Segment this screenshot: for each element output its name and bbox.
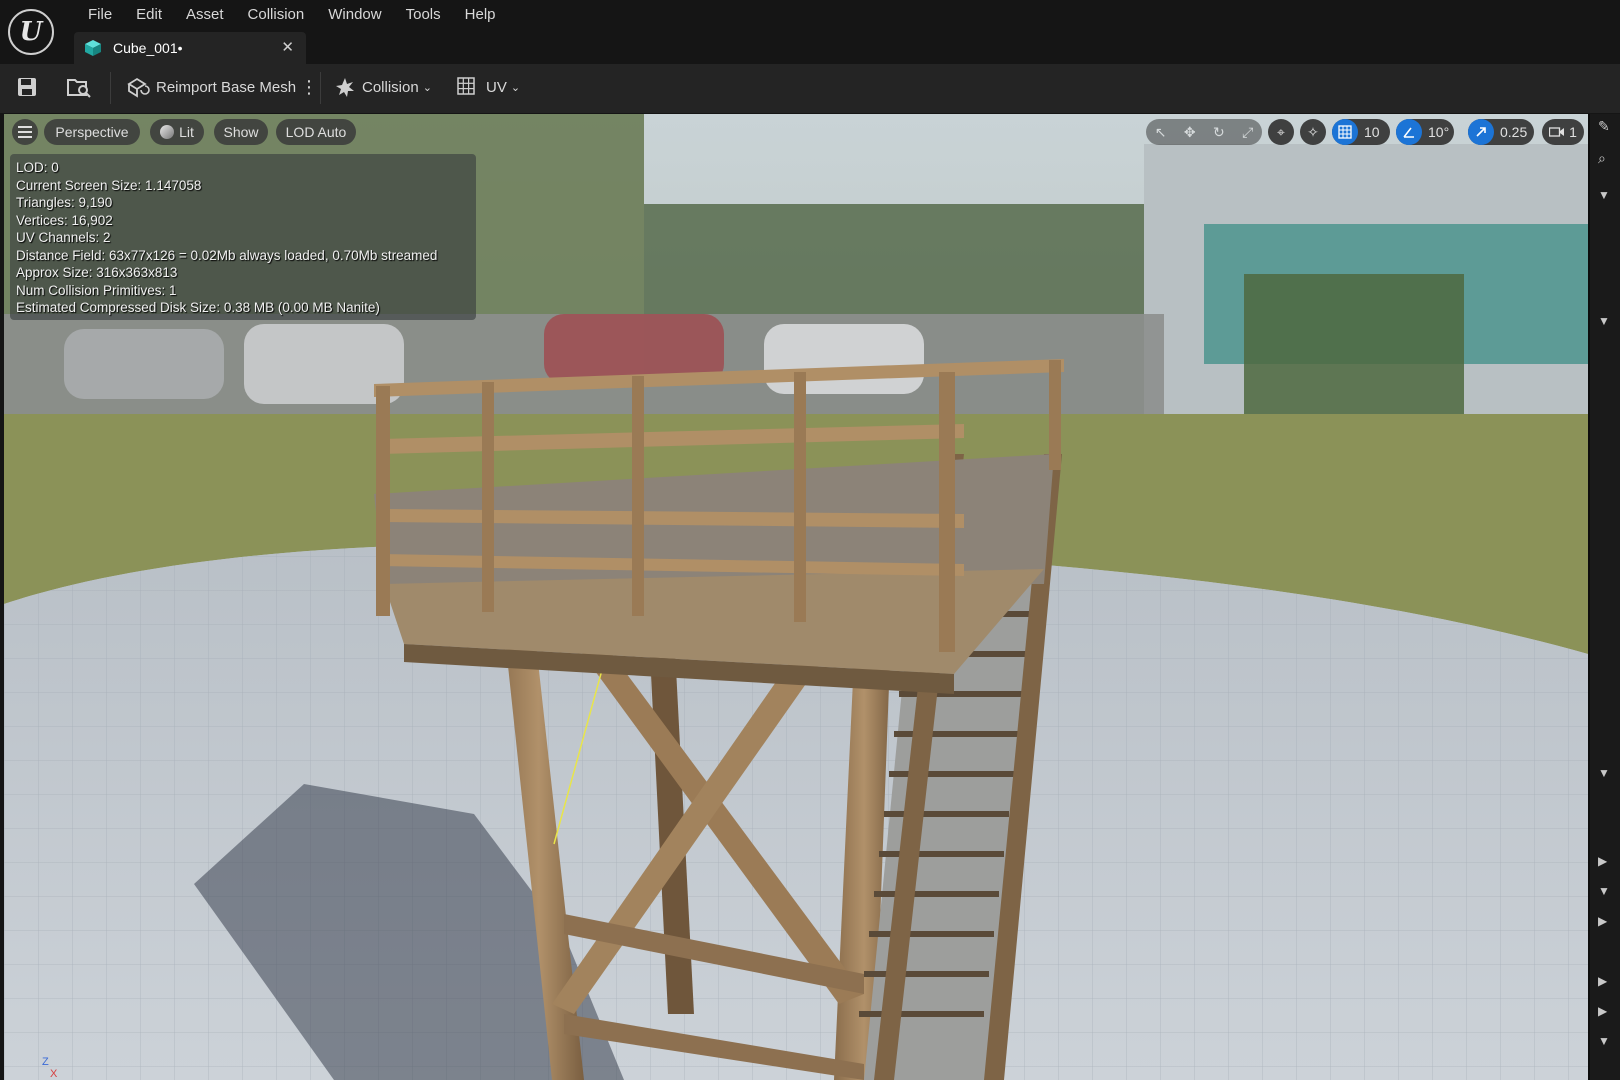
- stat-triangles: Triangles: 9,190: [16, 195, 113, 210]
- surface-snap-icon: ⌖: [1277, 123, 1285, 140]
- camera-icon: [1549, 127, 1565, 137]
- stat-distance-field: Distance Field: 63x77x126 = 0.02Mb alway…: [16, 247, 438, 263]
- axis-gizmo: Z X: [36, 1056, 60, 1080]
- surface-snap-button[interactable]: ⌖: [1268, 119, 1294, 145]
- menu-help[interactable]: Help: [453, 4, 508, 26]
- perspective-button[interactable]: Perspective: [44, 119, 140, 145]
- reimport-label: Reimport Base Mesh: [156, 78, 297, 96]
- collapse-arrow-icon[interactable]: ▼: [1598, 1034, 1610, 1048]
- save-button[interactable]: [16, 72, 38, 102]
- collapse-arrow-icon[interactable]: ▼: [1598, 188, 1610, 202]
- collision-label: Collision: [362, 78, 419, 96]
- stat-collision-primitives: Num Collision Primitives: 1: [16, 282, 177, 298]
- stats-overlay: LOD: 0 Current Screen Size: 1.147058 Tri…: [10, 154, 476, 320]
- menu-collision[interactable]: Collision: [236, 4, 317, 26]
- lod-button[interactable]: LOD Auto: [276, 119, 356, 145]
- uv-dropdown[interactable]: UV ⌄: [456, 72, 520, 102]
- translate-icon[interactable]: ✥: [1184, 124, 1196, 141]
- browse-button[interactable]: [66, 72, 92, 102]
- stat-lod: LOD: 0: [16, 160, 59, 175]
- reimport-base-mesh-button[interactable]: Reimport Base Mesh: [126, 72, 296, 102]
- rotation-snap-value: 10°: [1428, 124, 1450, 140]
- angle-snap-icon[interactable]: [1396, 119, 1422, 145]
- lit-sphere-icon: [160, 125, 175, 139]
- rotate-icon[interactable]: ↻: [1213, 124, 1225, 141]
- grid-snap-value: 10: [1364, 124, 1380, 140]
- stat-screen-size: Current Screen Size: 1.147058: [16, 177, 202, 193]
- lit-button[interactable]: Lit: [150, 119, 204, 145]
- menu-asset[interactable]: Asset: [174, 4, 236, 26]
- menu-bar: File Edit Asset Collision Window Tools H…: [76, 4, 508, 26]
- folder-search-icon: [67, 79, 91, 98]
- grid-snap-icon[interactable]: [1332, 119, 1358, 145]
- viewport[interactable]: Perspective Lit Show LOD Auto ↖ ✥ ↻ ⤢ ⌖ …: [4, 114, 1588, 1080]
- collapse-arrow-icon[interactable]: ▼: [1598, 314, 1610, 328]
- static-mesh-icon: [85, 40, 101, 56]
- save-icon: [18, 78, 36, 96]
- details-panel-edge: ✎ ⌕ ▼ ▼ ▼ ▶ ▼ ▶ ▶ ▶ ▼: [1588, 114, 1620, 1080]
- scale-snap-control[interactable]: 0.25: [1468, 119, 1534, 145]
- axis-x-label: X: [50, 1068, 58, 1080]
- scale-snap-icon[interactable]: [1468, 119, 1494, 145]
- expand-arrow-icon[interactable]: ▶: [1598, 914, 1607, 928]
- expand-arrow-icon[interactable]: ▶: [1598, 854, 1607, 868]
- world-local-button[interactable]: ✧: [1300, 119, 1326, 145]
- search-icon[interactable]: ⌕: [1598, 150, 1606, 167]
- menu-file[interactable]: File: [76, 4, 124, 26]
- tab-title: Cube_001•: [113, 40, 183, 56]
- asset-tab[interactable]: Cube_001• ✕: [74, 32, 306, 64]
- stat-approx-size: Approx Size: 316x363x813: [16, 265, 178, 280]
- menu-tools[interactable]: Tools: [394, 4, 453, 26]
- collapse-arrow-icon[interactable]: ▼: [1598, 884, 1610, 898]
- expand-arrow-icon[interactable]: ▶: [1598, 974, 1607, 988]
- unreal-logo[interactable]: U: [8, 9, 54, 55]
- collision-icon: [336, 78, 354, 97]
- uv-grid-icon: [457, 77, 475, 95]
- viewport-menu-button[interactable]: [12, 119, 38, 145]
- stat-uv-channels: UV Channels: 2: [16, 230, 111, 245]
- stat-vertices: Vertices: 16,902: [16, 212, 113, 228]
- edit-icon[interactable]: ✎: [1598, 118, 1610, 135]
- title-bar: U File Edit Asset Collision Window Tools…: [0, 0, 1620, 64]
- scale-icon[interactable]: ⤢: [1242, 124, 1253, 141]
- expand-arrow-icon[interactable]: ▶: [1598, 1004, 1607, 1018]
- show-button[interactable]: Show: [214, 119, 268, 145]
- grid-snap-control[interactable]: 10: [1332, 119, 1390, 145]
- close-tab-icon[interactable]: ✕: [281, 38, 294, 56]
- camera-speed-control[interactable]: 1: [1542, 119, 1584, 145]
- scale-snap-value: 0.25: [1500, 124, 1528, 140]
- chevron-down-icon: ⌄: [422, 81, 432, 94]
- stat-disk-size: Estimated Compressed Disk Size: 0.38 MB …: [16, 300, 380, 315]
- globe-icon: ✧: [1307, 123, 1319, 140]
- more-options-icon[interactable]: ⋮: [300, 72, 318, 102]
- toolbar: Reimport Base Mesh ⋮ Collision ⌄ UV ⌄: [0, 64, 1620, 113]
- camera-speed-value: 1: [1569, 124, 1577, 140]
- lit-label: Lit: [179, 124, 194, 140]
- menu-edit[interactable]: Edit: [124, 4, 174, 26]
- transform-tools[interactable]: ↖ ✥ ↻ ⤢: [1146, 119, 1262, 145]
- collision-dropdown[interactable]: Collision ⌄: [334, 72, 432, 102]
- collapse-arrow-icon[interactable]: ▼: [1598, 766, 1610, 780]
- reimport-icon: [127, 77, 150, 98]
- uv-label: UV: [486, 78, 507, 96]
- select-icon[interactable]: ↖: [1155, 124, 1167, 141]
- menu-window[interactable]: Window: [316, 4, 393, 26]
- chevron-down-icon: ⌄: [510, 81, 521, 94]
- hamburger-icon: [18, 126, 32, 138]
- axis-z-label: Z: [42, 1056, 49, 1068]
- rotation-snap-control[interactable]: 10°: [1396, 119, 1454, 145]
